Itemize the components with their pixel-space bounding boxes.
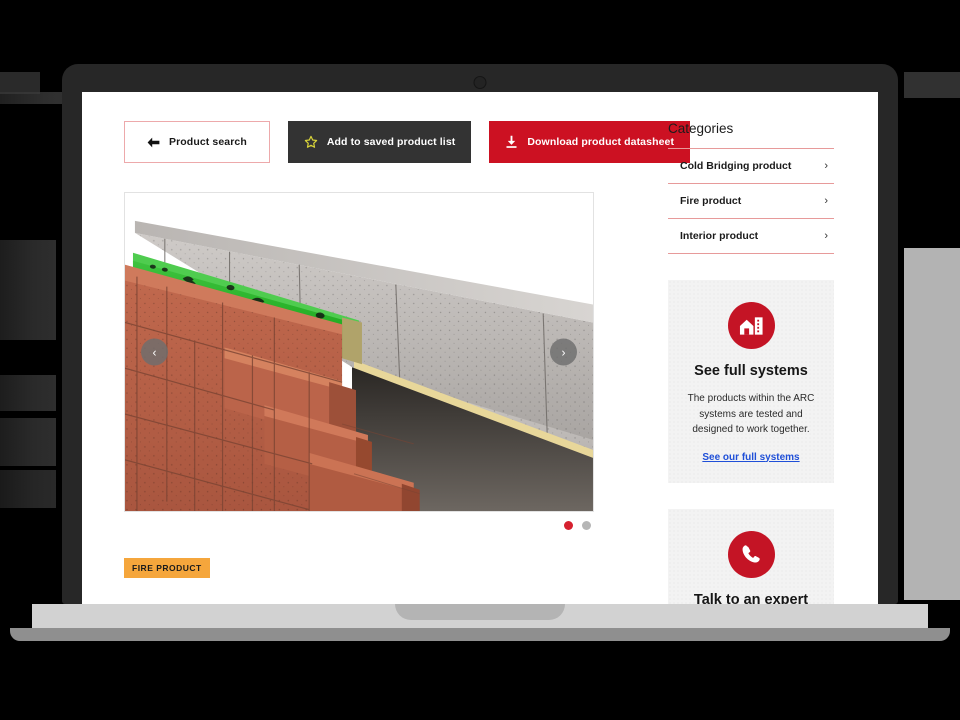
laptop-base-notch	[395, 604, 565, 620]
category-label: Fire product	[680, 195, 742, 207]
star-icon	[304, 135, 318, 149]
add-to-saved-list-label: Add to saved product list	[326, 136, 456, 148]
background-band-right	[904, 72, 960, 98]
sidebar: Categories Cold Bridging product › Fire …	[668, 121, 834, 604]
action-toolbar: Product search Add to saved product list	[124, 121, 691, 163]
download-datasheet-button[interactable]: Download product datasheet	[489, 121, 691, 163]
product-search-back-label: Product search	[169, 136, 247, 148]
web-page: Product search Add to saved product list	[82, 92, 878, 604]
download-datasheet-label: Download product datasheet	[527, 136, 675, 148]
background-band	[0, 375, 56, 411]
card-title: See full systems	[694, 363, 808, 379]
carousel-dots	[124, 521, 594, 530]
status-badge: FIRE PRODUCT	[124, 558, 210, 578]
add-to-saved-list-button[interactable]: Add to saved product list	[287, 121, 472, 163]
download-icon	[505, 135, 518, 149]
card-body: The products within the ARC systems are …	[687, 393, 815, 435]
talk-to-an-expert-card: Talk to an expert	[668, 508, 834, 605]
house-building-icon	[727, 302, 775, 349]
main-column: Product search Add to saved product list	[124, 121, 691, 578]
chevron-right-icon: ›	[824, 230, 828, 242]
sidebar-item-cold-bridging-product[interactable]: Cold Bridging product ›	[668, 149, 834, 184]
product-image-carousel[interactable]: ‹ ›	[124, 192, 594, 512]
background-band	[0, 470, 56, 508]
phone-icon	[727, 530, 775, 578]
see-full-systems-card: See full systems The products within the…	[668, 280, 834, 483]
carousel-prev-button[interactable]: ‹	[141, 338, 168, 366]
laptop-base-foot	[10, 628, 950, 641]
category-list: Cold Bridging product › Fire product › I…	[668, 148, 834, 254]
see-our-full-systems-link[interactable]: See our full systems	[682, 452, 820, 463]
sidebar-item-interior-product[interactable]: Interior product ›	[668, 219, 834, 254]
product-illustration	[125, 193, 593, 511]
chevron-right-icon: ›	[824, 195, 828, 207]
carousel-dot-1[interactable]	[564, 521, 573, 530]
arrow-left-icon	[147, 137, 160, 148]
sidebar-title: Categories	[668, 121, 734, 136]
category-label: Cold Bridging product	[680, 160, 792, 172]
background-band	[0, 72, 40, 94]
card-title: Talk to an expert	[693, 591, 809, 605]
chevron-right-icon: ›	[824, 160, 828, 172]
laptop-mockup: Product search Add to saved product list	[62, 64, 898, 604]
carousel-dot-2[interactable]	[582, 521, 591, 530]
sidebar-item-fire-product[interactable]: Fire product ›	[668, 184, 834, 219]
product-search-back-button[interactable]: Product search	[124, 121, 270, 163]
background-band-right	[904, 248, 960, 600]
category-label: Interior product	[680, 230, 759, 242]
screenshot-canvas: Product search Add to saved product list	[0, 0, 960, 720]
webcam-icon	[473, 76, 487, 89]
laptop-screen: Product search Add to saved product list	[82, 92, 878, 604]
background-band	[0, 418, 56, 466]
background-band	[0, 240, 56, 340]
carousel-next-button[interactable]: ›	[550, 338, 577, 366]
